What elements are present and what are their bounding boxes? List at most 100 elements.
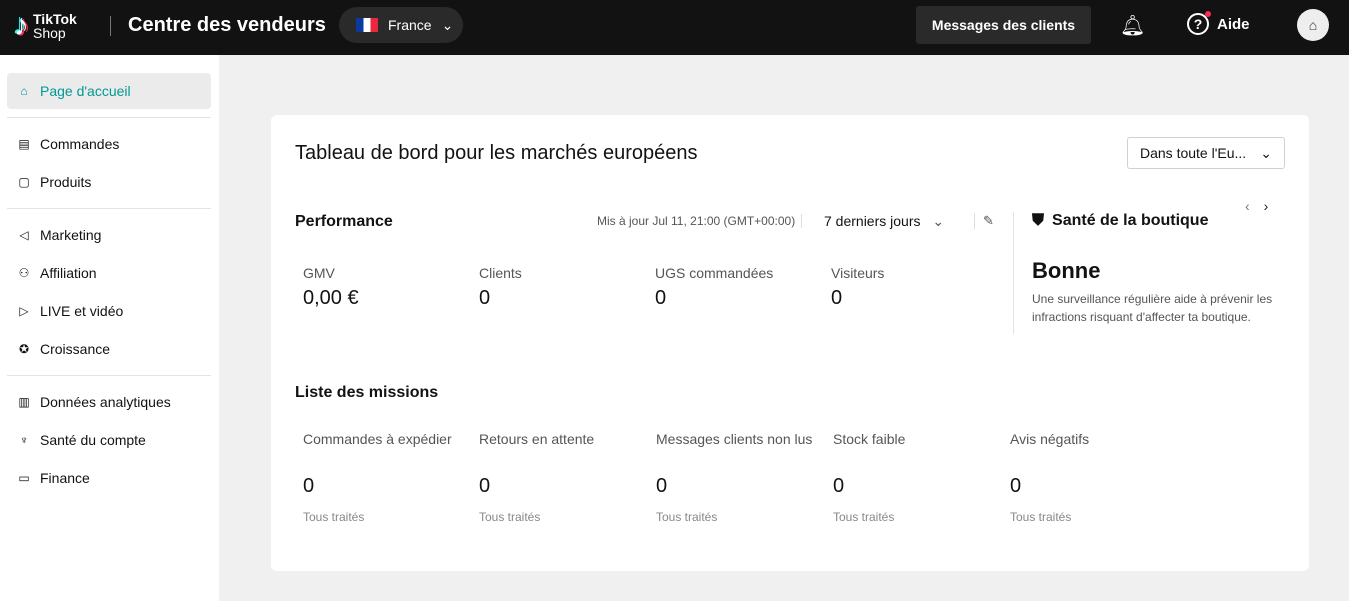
users-icon: ⚇ [18,266,30,280]
sidebar-item-label: Croissance [40,341,111,357]
mission-value: 0 [303,475,315,497]
sidebar-item-label: Santé du compte [40,432,146,448]
divider [1013,212,1014,334]
chevron-down-icon: ⌄ [441,16,454,33]
mission-status: Tous traités [833,510,895,524]
logo-line2: Shop [33,25,66,41]
mission-item[interactable]: Avis négatifs 0 Tous traités [1010,429,1170,524]
metric-value: 0,00 € [303,287,359,309]
mission-status: Tous traités [1010,510,1072,524]
mission-item[interactable]: Messages clients non lus 0 Tous traités [656,429,816,524]
divider [110,16,111,36]
mission-status: Tous traités [479,510,541,524]
metric-label: GMV [303,265,335,281]
sidebar-item-account-health[interactable]: ♆ Santé du compte [7,422,211,458]
metric-label: UGS commandées [655,265,774,281]
mission-label: Avis négatifs [1010,431,1090,447]
mission-value: 0 [479,475,491,497]
metric-value: 0 [655,287,667,309]
metric-skus: UGS commandées 0 [655,265,773,310]
mission-label: Stock faible [833,431,906,447]
chevron-down-icon: ⌄ [1260,144,1272,161]
app-title: Centre des vendeurs [128,14,326,36]
mission-label: Messages clients non lus [656,431,813,447]
megaphone-icon: ◁ [19,228,29,242]
mission-label: Commandes à expédier [303,431,452,447]
sidebar-item-label: Commandes [40,136,120,152]
sidebar-item-orders[interactable]: ▤ Commandes [7,126,211,162]
edit-icon[interactable]: ✎ [974,213,994,229]
tiktok-icon: ♪ [14,9,29,42]
help-button[interactable]: ? Aide [1187,11,1250,35]
updated-time: Mis à jour Jul 11, 21:00 (GMT+00:00) [597,214,803,228]
divider [7,117,211,118]
sidebar-item-label: LIVE et vidéo [40,303,124,319]
clipboard-icon: ▤ [18,137,30,151]
bell-icon[interactable]: 🔔︎ [1120,13,1145,38]
box-icon: ▢ [18,175,30,189]
top-bar: ♪ TikTok Shop Centre des vendeurs France … [0,0,1349,55]
divider [7,208,211,209]
region-label: Dans toute l'Eu... [1140,145,1247,161]
mission-item[interactable]: Retours en attente 0 Tous traités [479,429,639,524]
sidebar-item-live-video[interactable]: ▷ LIVE et vidéo [7,293,211,329]
mission-label: Retours en attente [479,431,595,447]
mission-value: 0 [833,475,845,497]
sidebar-item-products[interactable]: ▢ Produits [7,164,211,200]
help-icon: ? [1187,11,1211,35]
mission-item[interactable]: Commandes à expédier 0 Tous traités [303,429,463,524]
metric-clients: Clients 0 [479,265,522,310]
sidebar-item-label: Produits [40,174,92,190]
sidebar-item-label: Finance [40,470,90,486]
date-range-label: 7 derniers jours [824,213,921,229]
trophy-icon: ♆ [19,433,29,447]
medal-icon: ✪ [18,342,30,356]
sidebar-item-finance[interactable]: ▭ Finance [7,460,211,496]
country-selector[interactable]: France ⌄ [339,7,463,43]
home-icon: ⌂ [20,84,28,98]
sidebar-item-home[interactable]: ⌂ Page d'accueil [7,73,211,109]
shop-health-panel: ⛊ Santé de la boutique Bonne Une surveill… [1032,212,1292,326]
shop-avatar[interactable]: ⌂ [1297,9,1329,41]
sidebar-item-label: Marketing [40,227,102,243]
mission-value: 0 [656,475,668,497]
metric-value: 0 [479,287,491,309]
dashboard-card: Tableau de bord pour les marchés europée… [271,115,1309,571]
metric-value: 0 [831,287,843,309]
metric-label: Visiteurs [831,265,885,281]
sidebar-item-affiliation[interactable]: ⚇ Affiliation [7,255,211,291]
divider [7,375,211,376]
metric-label: Clients [479,265,522,281]
video-icon: ▷ [19,304,29,318]
missions-title: Liste des missions [295,384,439,401]
health-title: Santé de la boutique [1052,212,1209,229]
wallet-icon: ▭ [18,471,30,485]
sidebar-item-growth[interactable]: ✪ Croissance [7,331,211,367]
bar-chart-icon: ▥ [18,395,30,409]
health-description: Une surveillance régulière aide à préven… [1032,292,1273,324]
region-selector[interactable]: Dans toute l'Eu... ⌄ [1127,137,1285,169]
health-status: Bonne [1032,258,1101,283]
sidebar-item-analytics[interactable]: ▥ Données analytiques [7,384,211,420]
mission-status: Tous traités [303,510,365,524]
france-flag-icon [356,18,378,32]
performance-title: Performance [295,213,393,230]
shield-icon: ⛊ [1032,212,1045,229]
sidebar-item-label: Affiliation [40,265,97,281]
tiktok-shop-logo[interactable]: ♪ TikTok Shop [14,9,77,43]
date-range-selector[interactable]: 7 derniers jours ⌄ [824,213,944,230]
country-label: France [388,17,432,33]
sidebar-item-marketing[interactable]: ◁ Marketing [7,217,211,253]
customer-messages-button[interactable]: Messages des clients [916,6,1091,44]
sidebar-item-label: Page d'accueil [40,83,131,99]
sidebar-item-label: Données analytiques [40,394,171,410]
dashboard-title: Tableau de bord pour les marchés europée… [295,142,698,164]
help-label: Aide [1217,15,1250,33]
mission-value: 0 [1010,475,1022,497]
mission-status: Tous traités [656,510,718,524]
metric-visitors: Visiteurs 0 [831,265,884,310]
sidebar: ⌂ Page d'accueil ▤ Commandes ▢ Produits ◁ Ma… [0,55,219,601]
mission-item[interactable]: Stock faible 0 Tous traités [833,429,993,524]
chevron-down-icon: ⌄ [932,213,945,229]
metric-gmv: GMV 0,00 € [303,265,359,310]
